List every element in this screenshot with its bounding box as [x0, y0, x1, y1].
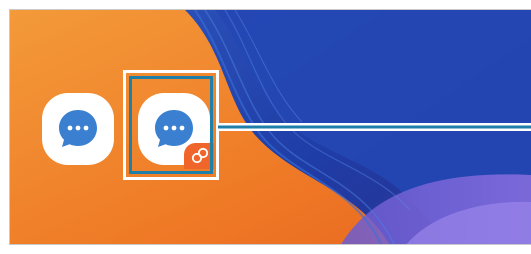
highlight-frame [129, 76, 213, 174]
home-screen [9, 9, 531, 245]
messages-app-icon[interactable] [42, 93, 114, 165]
callout-line [218, 123, 531, 131]
chat-bubble-icon [59, 110, 97, 147]
